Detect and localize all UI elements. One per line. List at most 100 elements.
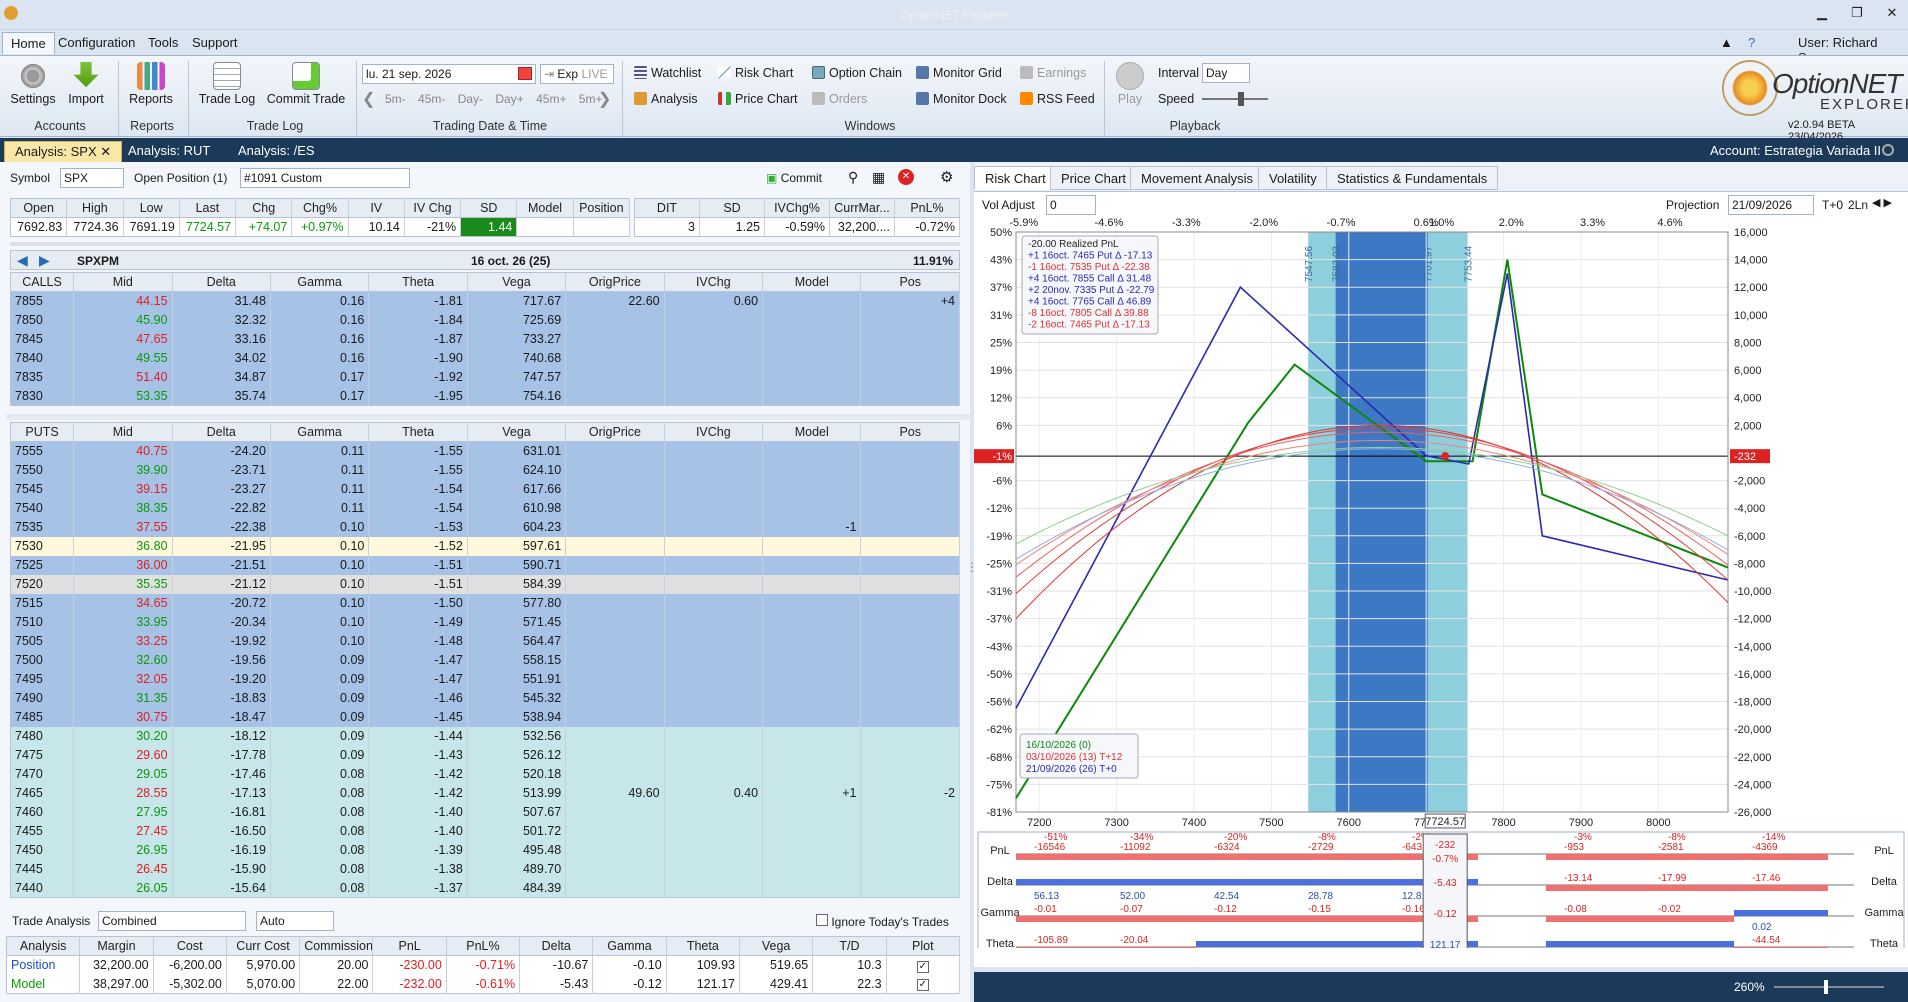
vol-adjust-input[interactable]: 0 <box>1046 195 1096 215</box>
play-button[interactable]: Play <box>1112 62 1148 106</box>
trade-analysis-row[interactable]: Model 38,297.00 -5,302.00 5,070.00 22.00 -232… <box>6 974 961 994</box>
chain-row[interactable]: 7510 33.95 -20.34 0.10 -1.49 571.45 <box>10 612 960 632</box>
close-icon[interactable]: ✕ <box>1882 5 1902 21</box>
plot-checkbox[interactable]: ✓ <box>886 974 961 994</box>
trade-log-button[interactable]: Trade Log <box>196 62 258 106</box>
chain-row[interactable]: 7855 44.15 31.48 0.16 -1.81 717.67 22.60 0.60 +4 <box>10 291 960 311</box>
step-day-back[interactable]: Day- <box>458 92 483 106</box>
step-45m-forward[interactable]: 45m+ <box>536 92 566 106</box>
menu-tools[interactable]: Tools <box>148 35 178 50</box>
watchlist-button[interactable]: Watchlist <box>634 66 701 80</box>
pane-splitter[interactable]: ⋮ <box>966 560 978 600</box>
menu-home[interactable]: Home <box>2 32 55 54</box>
chain-row[interactable]: 7470 29.05 -17.46 0.08 -1.42 520.18 <box>10 764 960 784</box>
chain-row[interactable]: 7520 35.35 -21.12 0.10 -1.51 584.39 <box>10 574 960 594</box>
chain-row[interactable]: 7450 26.95 -16.19 0.08 -1.39 495.48 <box>10 840 960 860</box>
chain-row[interactable]: 7515 34.65 -20.72 0.10 -1.50 577.80 <box>10 593 960 613</box>
plot-checkbox[interactable]: ✓ <box>886 955 961 975</box>
tab-statistics[interactable]: Statistics & Fundamentals <box>1326 166 1499 190</box>
chain-row[interactable]: 7480 30.20 -18.12 0.09 -1.44 532.56 <box>10 726 960 746</box>
commit-button[interactable]: ▣ Commit <box>766 171 822 185</box>
help-icon[interactable]: ? <box>1748 35 1755 50</box>
tab-analysis-es[interactable]: Analysis: /ES <box>228 141 325 160</box>
zoom-icon[interactable]: ⚲ <box>848 169 858 186</box>
chain-row[interactable]: 7545 39.15 -23.27 0.11 -1.54 617.66 <box>10 479 960 499</box>
checkbox-icon[interactable] <box>816 914 828 926</box>
account-status-icon[interactable] <box>1882 144 1894 156</box>
price-chart-button[interactable]: Price Chart <box>718 92 798 106</box>
exp-live-toggle[interactable]: ⇥ Exp LIVE <box>540 64 614 84</box>
chain-row[interactable]: 7835 51.40 34.87 0.17 -1.92 747.57 <box>10 367 960 387</box>
chain-row[interactable]: 7535 37.55 -22.38 0.10 -1.53 604.23 -1 <box>10 517 960 537</box>
step-45m-back[interactable]: 45m- <box>418 92 445 106</box>
speed-slider-thumb[interactable] <box>1238 92 1244 106</box>
chain-row[interactable]: 7465 28.55 -17.13 0.08 -1.42 513.99 49.60 0.40 +… <box>10 783 960 803</box>
monitor-dock-button[interactable]: Monitor Dock <box>916 92 1007 106</box>
chain-row[interactable]: 7440 26.05 -15.64 0.08 -1.37 484.39 <box>10 878 960 898</box>
chain-row[interactable]: 7475 29.60 -17.78 0.09 -1.43 526.12 <box>10 745 960 765</box>
ignore-today-checkbox[interactable]: Ignore Today's Trades <box>816 914 949 929</box>
risk-chart[interactable]: 7547.56 7583.03 7701.97 7753.4416,00050%14,… <box>974 214 1908 948</box>
menu-support[interactable]: Support <box>192 35 238 50</box>
chain-row[interactable]: 7840 49.55 34.02 0.16 -1.90 740.68 <box>10 348 960 368</box>
auto-select[interactable]: Auto <box>256 911 334 931</box>
monitor-grid-button[interactable]: Monitor Grid <box>916 66 1002 80</box>
reports-button[interactable]: Reports <box>126 62 176 106</box>
chain-row[interactable]: 7495 32.05 -19.20 0.09 -1.47 551.91 <box>10 669 960 689</box>
position-select[interactable]: #1091 Custom <box>240 168 410 188</box>
settings-button[interactable]: Settings <box>8 62 58 106</box>
chain-row[interactable]: 7830 53.35 35.74 0.17 -1.95 754.16 <box>10 386 960 406</box>
chain-row[interactable]: 7555 40.75 -24.20 0.11 -1.55 631.01 <box>10 441 960 461</box>
step-forward-icon[interactable]: ❯ <box>598 89 611 109</box>
chain-row[interactable]: 7850 45.90 32.32 0.16 -1.84 725.69 <box>10 310 960 330</box>
trade-analysis-row[interactable]: Position 32,200.00 -6,200.00 5,970.00 20.00-… <box>6 955 961 975</box>
orders-button[interactable]: Orders <box>812 92 867 106</box>
close-tab-icon[interactable]: ✕ <box>100 144 111 159</box>
speed-slider[interactable] <box>1202 98 1268 100</box>
tab-analysis-spx[interactable]: Analysis: SPX ✕ <box>4 141 123 163</box>
symbol-select[interactable]: SPX <box>60 168 124 188</box>
settings-gear-icon[interactable]: ⚙ <box>940 168 953 186</box>
collapse-ribbon-icon[interactable]: ▲ <box>1720 35 1733 50</box>
commit-trade-button[interactable]: Commit Trade <box>264 62 348 106</box>
menu-configuration[interactable]: Configuration <box>58 35 135 50</box>
tab-volatility[interactable]: Volatility <box>1258 166 1328 190</box>
analysis-mode-select[interactable]: Combined <box>98 911 246 931</box>
chain-row[interactable]: 7500 32.60 -19.56 0.09 -1.47 558.15 <box>10 650 960 670</box>
risk-chart-button[interactable]: Risk Chart <box>718 66 793 80</box>
chain-row[interactable]: 7845 47.65 33.16 0.16 -1.87 733.27 <box>10 329 960 349</box>
tab-price-chart[interactable]: Price Chart <box>1050 166 1138 190</box>
rss-feed-button[interactable]: RSS Feed <box>1020 92 1095 106</box>
chain-row[interactable]: 7485 30.75 -18.47 0.09 -1.45 538.94 <box>10 707 960 727</box>
import-button[interactable]: Import <box>64 62 108 106</box>
interval-select[interactable]: Day <box>1202 63 1250 83</box>
calendar-icon[interactable] <box>518 67 532 80</box>
maximize-icon[interactable]: ❐ <box>1847 5 1867 21</box>
tab-analysis-rut[interactable]: Analysis: RUT <box>118 141 220 160</box>
chain-row[interactable]: 7540 38.35 -22.82 0.11 -1.54 610.98 <box>10 498 960 518</box>
chain-row[interactable]: 7530 36.80 -21.95 0.10 -1.52 597.61 <box>10 536 960 556</box>
projection-date-select[interactable]: 21/09/2026 <box>1728 195 1814 215</box>
zoom-slider[interactable] <box>1774 986 1884 988</box>
step-5m-back[interactable]: 5m- <box>385 92 406 106</box>
option-chain-button[interactable]: Option Chain <box>812 66 902 80</box>
chain-splitter[interactable] <box>6 414 970 420</box>
next-expiry-icon[interactable]: ▶ <box>39 252 50 269</box>
chain-row[interactable]: 7505 33.25 -19.92 0.10 -1.48 564.47 <box>10 631 960 651</box>
chain-row[interactable]: 7490 31.35 -18.83 0.09 -1.46 545.32 <box>10 688 960 708</box>
minimize-icon[interactable]: ▁ <box>1812 5 1832 21</box>
splitter[interactable] <box>10 242 960 246</box>
zoom-slider-thumb[interactable] <box>1824 980 1828 994</box>
delete-icon[interactable]: ✕ <box>898 169 914 185</box>
chain-row[interactable]: 7550 39.90 -23.71 0.11 -1.55 624.10 <box>10 460 960 480</box>
chain-row[interactable]: 7460 27.95 -16.81 0.08 -1.40 507.67 <box>10 802 960 822</box>
step-back-icon[interactable]: ❮ <box>362 89 375 109</box>
chain-row[interactable]: 7525 36.00 -21.51 0.10 -1.51 590.71 <box>10 555 960 575</box>
grid-icon[interactable]: ▦ <box>872 169 885 186</box>
chain-row[interactable]: 7445 26.45 -15.90 0.08 -1.38 489.70 <box>10 859 960 879</box>
tab-risk-chart[interactable]: Risk Chart <box>974 166 1057 190</box>
prev-expiry-icon[interactable]: ◀ <box>17 252 28 269</box>
chain-row[interactable]: 7455 27.45 -16.50 0.08 -1.40 501.72 <box>10 821 960 841</box>
analysis-button[interactable]: Analysis <box>634 92 698 106</box>
tab-movement-analysis[interactable]: Movement Analysis <box>1130 166 1264 190</box>
